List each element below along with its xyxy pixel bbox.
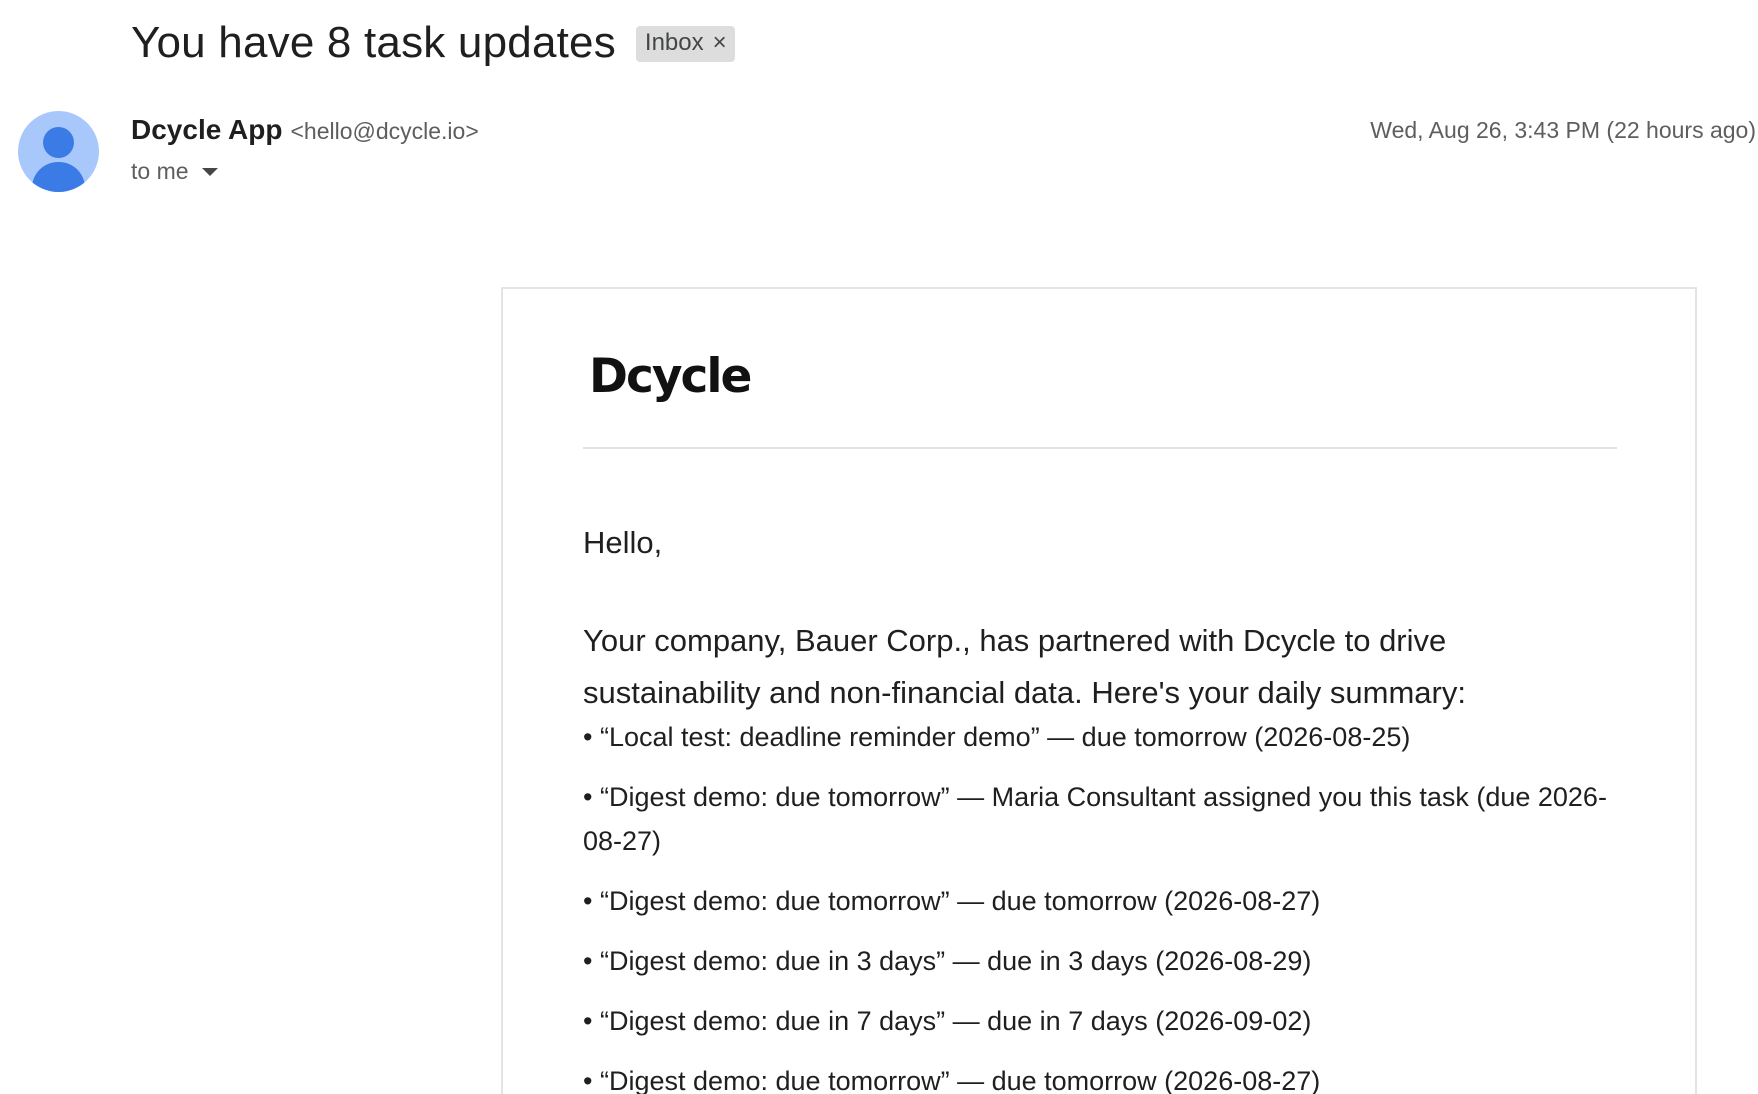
divider (583, 447, 1617, 449)
email-body-card: Dcycle Hello, Your company, Bauer Corp.,… (501, 287, 1697, 1094)
subject-row: You have 8 task updates Inbox × (131, 18, 735, 68)
recipient-label: to me (131, 158, 189, 184)
person-icon (43, 127, 74, 158)
sender-name[interactable]: Dcycle App (131, 114, 282, 146)
email-view: You have 8 task updates Inbox × Dcycle A… (0, 0, 1758, 1094)
chevron-down-icon[interactable] (201, 167, 218, 176)
sender-email: <hello@dcycle.io> (290, 118, 479, 144)
email-date: Wed, Aug 26, 3:43 PM (22 hours ago) (1370, 117, 1756, 143)
email-subject: You have 8 task updates (131, 18, 616, 67)
label-name: Inbox (644, 29, 704, 56)
dcycle-logo: Dcycle (589, 346, 752, 406)
task-item: • “Local test: deadline reminder demo” —… (583, 722, 1411, 752)
recipient-details-toggle[interactable]: to me (131, 158, 218, 185)
greeting: Hello, (583, 525, 663, 560)
task-item: • “Digest demo: due tomorrow” — due tomo… (583, 1066, 1321, 1094)
task-item: • “Digest demo: due tomorrow” — Maria Co… (583, 782, 1607, 856)
inbox-label-chip[interactable]: Inbox × (635, 26, 735, 62)
task-item: • “Digest demo: due in 3 days” — due in … (583, 946, 1312, 976)
sender-line: Dcycle App <hello@dcycle.io> (131, 114, 479, 146)
logo-text: Dcycle (589, 348, 752, 404)
sender-avatar[interactable] (18, 111, 99, 192)
task-item: • “Digest demo: due in 7 days” — due in … (583, 1006, 1312, 1036)
task-item: • “Digest demo: due tomorrow” — due tomo… (583, 886, 1321, 916)
remove-label-icon[interactable]: × (713, 31, 727, 55)
task-list: • “Local test: deadline reminder demo” —… (583, 715, 1617, 1094)
intro-paragraph: Your company, Bauer Corp., has partnered… (583, 623, 1466, 710)
